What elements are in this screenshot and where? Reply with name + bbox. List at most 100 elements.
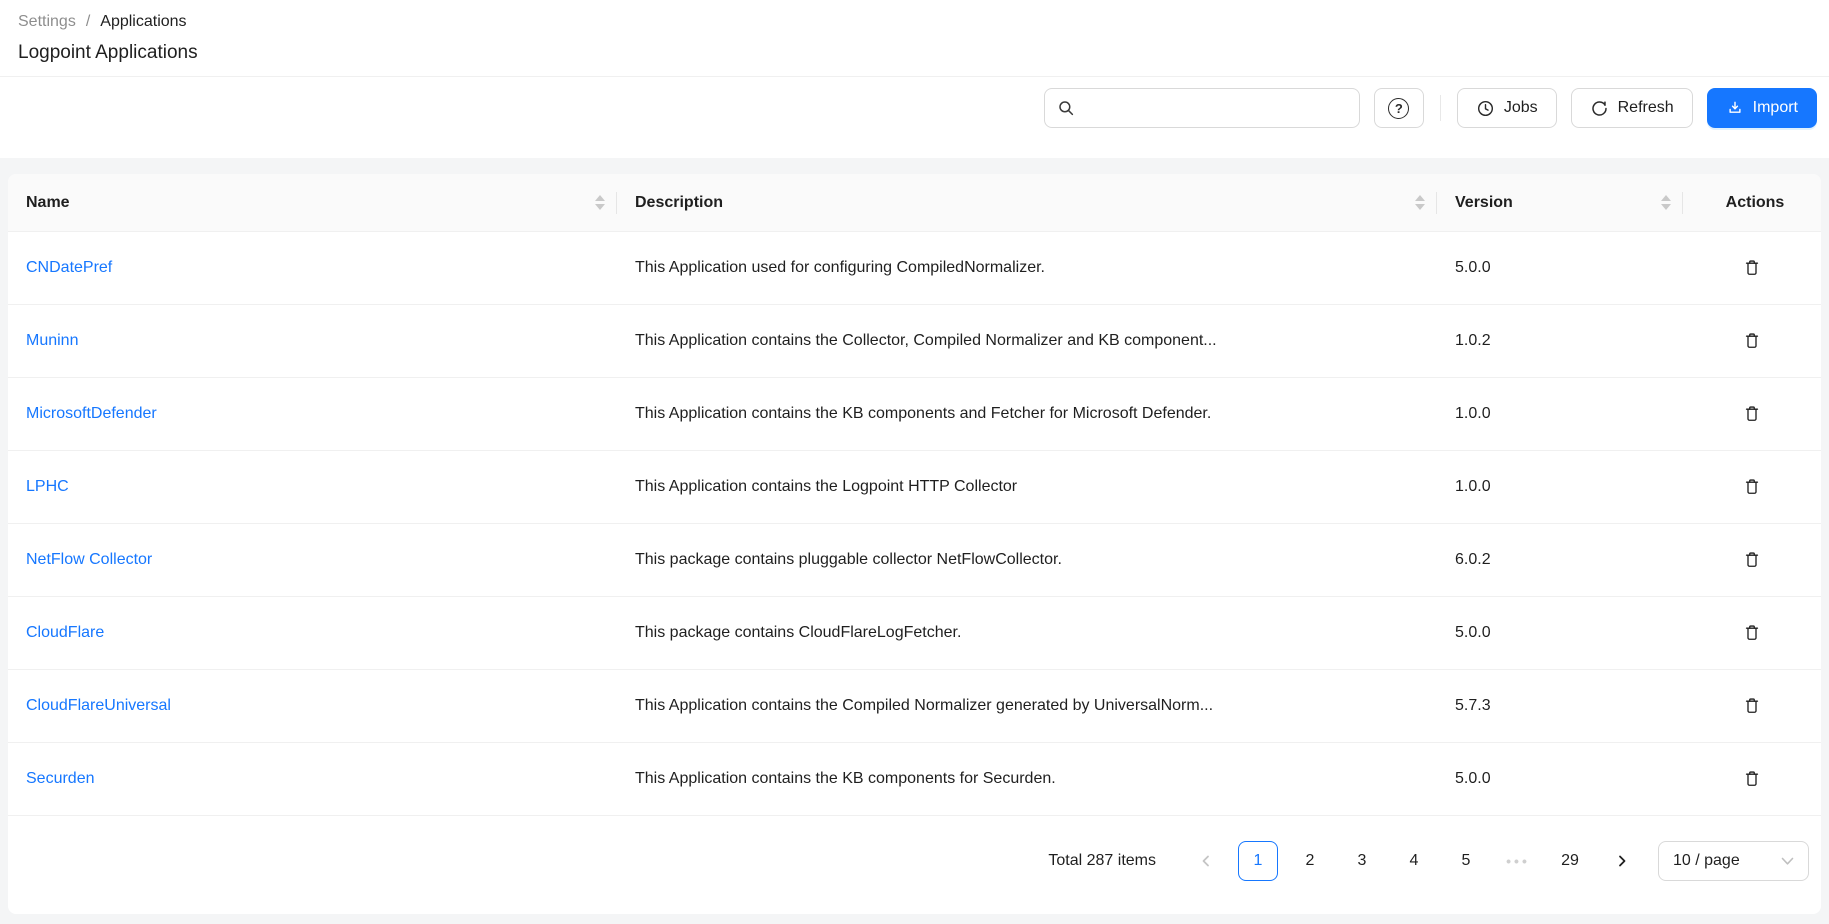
app-version: 5.0.0 [1437, 743, 1683, 816]
app-description: This package contains pluggable collecto… [617, 524, 1437, 597]
table-row: LPHC This Application contains the Logpo… [8, 451, 1821, 524]
page-button-2[interactable]: 2 [1290, 841, 1330, 881]
chevron-right-icon [1615, 854, 1629, 868]
sort-icon [1661, 195, 1671, 210]
page-size-value: 10 / page [1673, 852, 1740, 870]
refresh-button[interactable]: Refresh [1571, 88, 1693, 128]
column-header-version-label: Version [1455, 194, 1513, 212]
previous-page-button[interactable] [1186, 841, 1226, 881]
page-button-4[interactable]: 4 [1394, 841, 1434, 881]
trash-icon [1742, 695, 1762, 716]
trash-icon [1742, 549, 1762, 570]
delete-button[interactable] [1738, 253, 1766, 282]
page-header: Settings / Applications Logpoint Applica… [0, 0, 1829, 77]
table-row: Muninn This Application contains the Col… [8, 305, 1821, 378]
search-box [1044, 88, 1360, 128]
app-description: This Application used for configuring Co… [617, 232, 1437, 305]
delete-button[interactable] [1738, 399, 1766, 428]
trash-icon [1742, 403, 1762, 424]
applications-table: Name Description Version [8, 174, 1821, 816]
app-version: 1.0.2 [1437, 305, 1683, 378]
table-header-row: Name Description Version [8, 174, 1821, 232]
column-header-actions-label: Actions [1726, 194, 1785, 212]
app-name-link[interactable]: CloudFlareUniversal [26, 697, 171, 714]
trash-icon [1742, 257, 1762, 278]
help-icon: ? [1388, 98, 1409, 119]
app-description: This Application contains the KB compone… [617, 743, 1437, 816]
trash-icon [1742, 768, 1762, 789]
app-name-link[interactable]: NetFlow Collector [26, 551, 152, 568]
app-description: This Application contains the Compiled N… [617, 670, 1437, 743]
app-description: This Application contains the KB compone… [617, 378, 1437, 451]
page-size-select[interactable]: 10 / page [1658, 841, 1809, 881]
toolbar-divider [1440, 95, 1441, 121]
toolbar: ? Jobs Refresh Import [0, 77, 1829, 158]
app-version: 1.0.0 [1437, 378, 1683, 451]
app-name-link[interactable]: MicrosoftDefender [26, 405, 157, 422]
pagination-total: Total 287 items [1048, 852, 1156, 870]
trash-icon [1742, 476, 1762, 497]
column-header-actions: Actions [1683, 174, 1821, 232]
page-button-last[interactable]: 29 [1550, 841, 1590, 881]
help-button[interactable]: ? [1374, 88, 1424, 128]
import-icon [1726, 99, 1744, 117]
table-row: MicrosoftDefender This Application conta… [8, 378, 1821, 451]
column-header-description-label: Description [635, 194, 723, 212]
delete-button[interactable] [1738, 472, 1766, 501]
next-page-button[interactable] [1602, 841, 1642, 881]
app-description: This Application contains the Logpoint H… [617, 451, 1437, 524]
page-title: Logpoint Applications [18, 42, 1811, 64]
table-row: CloudFlare This package contains CloudFl… [8, 597, 1821, 670]
import-button[interactable]: Import [1707, 88, 1817, 128]
pagination-ellipsis[interactable]: ••• [1498, 841, 1538, 881]
jobs-button-label: Jobs [1504, 99, 1538, 117]
app-name-link[interactable]: CNDatePref [26, 259, 112, 276]
search-icon [1057, 99, 1075, 117]
app-version: 5.7.3 [1437, 670, 1683, 743]
sort-icon [595, 195, 605, 210]
delete-button[interactable] [1738, 764, 1766, 793]
page-button-3[interactable]: 3 [1342, 841, 1382, 881]
page-button-5[interactable]: 5 [1446, 841, 1486, 881]
table-row: CloudFlareUniversal This Application con… [8, 670, 1821, 743]
delete-button[interactable] [1738, 326, 1766, 355]
delete-button[interactable] [1738, 545, 1766, 574]
column-header-name[interactable]: Name [8, 174, 617, 232]
app-description: This package contains CloudFlareLogFetch… [617, 597, 1437, 670]
app-name-link[interactable]: Muninn [26, 332, 78, 349]
jobs-button[interactable]: Jobs [1457, 88, 1557, 128]
applications-card: Name Description Version [8, 174, 1821, 914]
column-header-version[interactable]: Version [1437, 174, 1683, 232]
column-header-name-label: Name [26, 194, 70, 212]
sort-icon [1415, 195, 1425, 210]
chevron-left-icon [1199, 854, 1213, 868]
breadcrumb-item-applications: Applications [100, 13, 186, 31]
breadcrumb: Settings / Applications [18, 13, 1811, 31]
breadcrumb-item-settings[interactable]: Settings [18, 13, 76, 31]
trash-icon [1742, 330, 1762, 351]
table-row: Securden This Application contains the K… [8, 743, 1821, 816]
refresh-button-label: Refresh [1618, 99, 1674, 117]
delete-button[interactable] [1738, 691, 1766, 720]
table-row: NetFlow Collector This package contains … [8, 524, 1821, 597]
app-name-link[interactable]: CloudFlare [26, 624, 104, 641]
table-row: CNDatePref This Application used for con… [8, 232, 1821, 305]
pagination: Total 287 items 1 2 3 4 5 ••• 29 10 / pa… [8, 816, 1821, 881]
search-input[interactable] [1083, 99, 1347, 117]
app-version: 5.0.0 [1437, 597, 1683, 670]
app-name-link[interactable]: Securden [26, 770, 95, 787]
page-button-1[interactable]: 1 [1238, 841, 1278, 881]
delete-button[interactable] [1738, 618, 1766, 647]
breadcrumb-separator: / [86, 13, 90, 31]
app-version: 6.0.2 [1437, 524, 1683, 597]
chevron-down-icon [1781, 857, 1794, 866]
app-version: 5.0.0 [1437, 232, 1683, 305]
refresh-icon [1590, 99, 1609, 118]
app-version: 1.0.0 [1437, 451, 1683, 524]
import-button-label: Import [1753, 99, 1798, 117]
app-description: This Application contains the Collector,… [617, 305, 1437, 378]
trash-icon [1742, 622, 1762, 643]
app-name-link[interactable]: LPHC [26, 478, 69, 495]
column-header-description[interactable]: Description [617, 174, 1437, 232]
clock-icon [1476, 99, 1495, 118]
